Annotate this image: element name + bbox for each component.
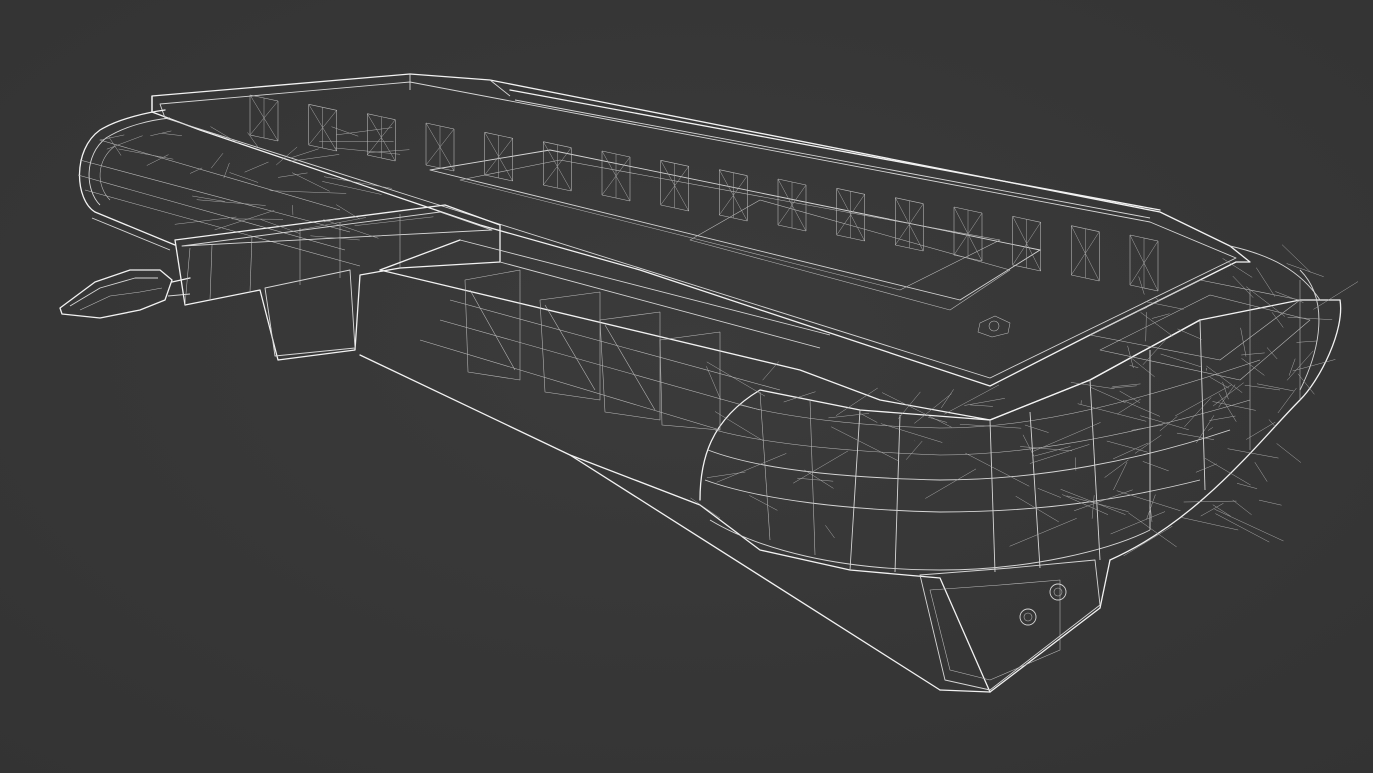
- viewport-background: [0, 0, 1373, 773]
- wireframe-render: [0, 0, 1373, 773]
- 3d-viewport[interactable]: [0, 0, 1373, 773]
